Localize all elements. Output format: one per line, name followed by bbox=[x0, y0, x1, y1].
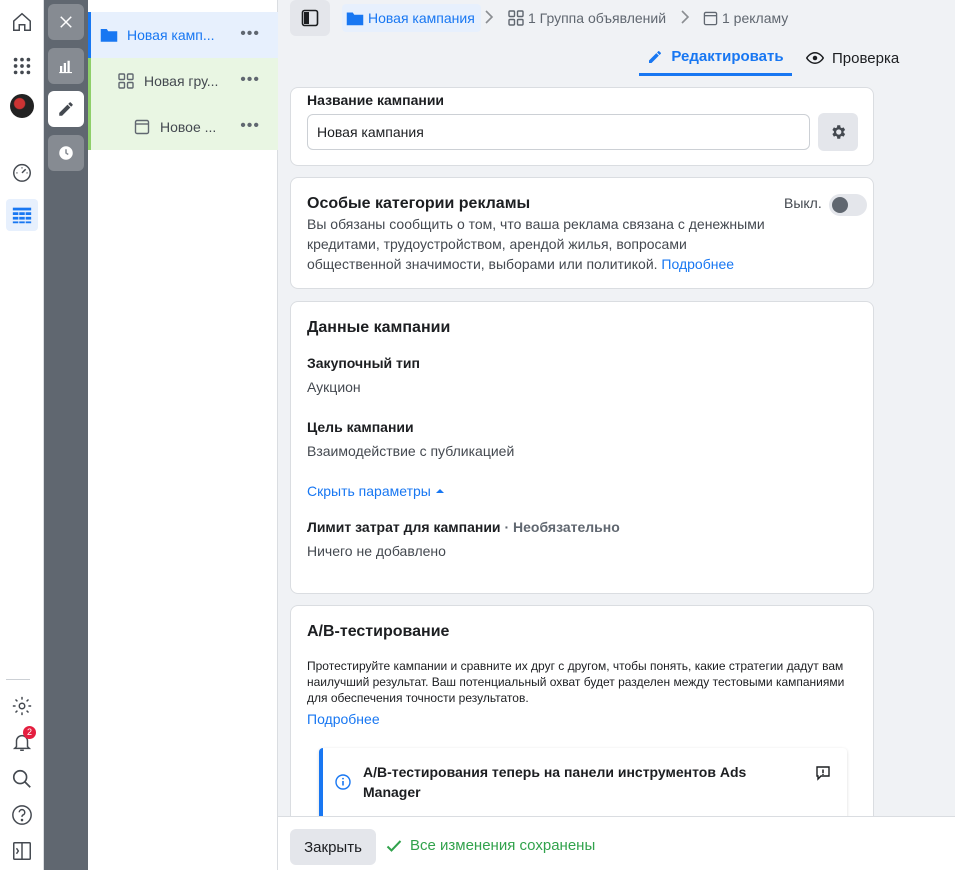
tree-item-label: Новое ... bbox=[160, 119, 217, 135]
help-icon[interactable] bbox=[6, 799, 38, 831]
special-categories-toggle[interactable] bbox=[829, 194, 867, 216]
chart-bars-icon[interactable] bbox=[48, 48, 84, 84]
editor-header: Новая кампания 1 Группа объявлений 1 рек… bbox=[278, 0, 955, 76]
notifications-bell-icon[interactable]: 2 bbox=[6, 726, 38, 758]
apps-grid-icon[interactable] bbox=[6, 50, 38, 82]
ab-learn-more-link[interactable]: Подробнее bbox=[307, 711, 380, 727]
tab-label: Проверка bbox=[832, 49, 900, 67]
folder-icon bbox=[346, 12, 364, 25]
campaign-data-card: Данные кампании Закупочный тип Аукцион Ц… bbox=[290, 301, 874, 594]
ads-manager-table-icon[interactable] bbox=[6, 199, 38, 231]
breadcrumb-label: Новая кампания bbox=[368, 10, 475, 26]
special-categories-description: Вы обязаны сообщить о том, что ваша рекл… bbox=[307, 214, 767, 274]
toggle-panel-button[interactable] bbox=[290, 0, 330, 36]
save-status-text: Все изменения сохранены bbox=[410, 837, 596, 854]
learn-more-link[interactable]: Подробнее bbox=[661, 256, 734, 272]
adset-grid-icon bbox=[508, 10, 524, 26]
campaign-name-input[interactable]: Новая кампания bbox=[307, 114, 810, 150]
profile-avatar[interactable] bbox=[6, 90, 38, 122]
spend-limit-label: Лимит затрат для кампании bbox=[307, 519, 501, 535]
tree-item-label: Новая гру... bbox=[144, 73, 219, 89]
nav-divider bbox=[6, 679, 30, 680]
adset-grid-icon bbox=[117, 72, 135, 90]
objective-label: Цель кампании bbox=[307, 419, 414, 435]
buying-type-label: Закупочный тип bbox=[307, 355, 420, 371]
optional-label: · Необязательно bbox=[504, 519, 620, 535]
hide-options-link[interactable]: Скрыть параметры bbox=[307, 483, 445, 499]
ad-icon bbox=[703, 11, 718, 25]
campaign-name-label: Название кампании bbox=[307, 92, 445, 108]
tree-item-adset[interactable]: Новая гру... ••• bbox=[88, 58, 278, 104]
breadcrumb-adset[interactable]: 1 Группа объявлений bbox=[508, 4, 666, 32]
special-categories-title: Особые категории рекламы bbox=[307, 195, 531, 212]
notifications-badge: 2 bbox=[23, 726, 36, 739]
editor-footer: Закрыть Все изменения сохранены bbox=[278, 816, 955, 870]
tree-item-label: Новая камп... bbox=[127, 27, 215, 43]
folder-icon bbox=[100, 26, 118, 44]
tab-label: Редактировать bbox=[671, 48, 784, 65]
global-nav: 2 bbox=[0, 0, 44, 870]
settings-gear-icon[interactable] bbox=[6, 690, 38, 722]
chevron-right-icon bbox=[681, 10, 690, 24]
spend-limit-heading: Лимит затрат для кампании · Необязательн… bbox=[307, 519, 620, 535]
sidebar-toggle-icon bbox=[301, 9, 319, 27]
eye-icon bbox=[806, 51, 824, 65]
close-button[interactable]: Закрыть bbox=[290, 829, 376, 865]
breadcrumb-ad[interactable]: 1 рекламу bbox=[703, 4, 788, 32]
ab-notice-text: A/B-тестирования теперь на панели инстру… bbox=[363, 764, 747, 800]
ab-testing-card: A/B-тестирование Протестируйте кампании … bbox=[290, 605, 874, 816]
more-options-icon[interactable]: ••• bbox=[240, 26, 260, 42]
history-clock-icon[interactable] bbox=[48, 135, 84, 171]
info-icon bbox=[335, 774, 351, 790]
avatar bbox=[10, 94, 34, 118]
campaign-name-card: Название кампании Новая кампания bbox=[290, 87, 874, 166]
tab-edit[interactable]: Редактировать bbox=[639, 40, 792, 76]
checkmark-icon bbox=[386, 839, 402, 852]
dashboard-gauge-icon[interactable] bbox=[6, 156, 38, 188]
search-icon[interactable] bbox=[6, 763, 38, 795]
chevron-right-icon bbox=[485, 10, 494, 24]
ab-notice-banner: A/B-тестирования теперь на панели инстру… bbox=[319, 748, 847, 816]
tab-review[interactable]: Проверка bbox=[806, 40, 899, 76]
ad-icon bbox=[133, 118, 151, 136]
more-options-icon[interactable]: ••• bbox=[240, 72, 260, 88]
campaign-tree: Новая камп... ••• Новая гру... ••• Новое… bbox=[88, 0, 278, 870]
close-icon[interactable] bbox=[48, 4, 84, 40]
save-status: Все изменения сохранены bbox=[386, 837, 595, 854]
pencil-icon bbox=[649, 50, 662, 63]
toggle-knob bbox=[832, 197, 848, 213]
tool-rail bbox=[44, 0, 88, 870]
expand-panel-icon[interactable] bbox=[6, 835, 38, 867]
ab-testing-title: A/B-тестирование bbox=[307, 623, 450, 640]
name-settings-button[interactable] bbox=[818, 113, 858, 151]
more-options-icon[interactable]: ••• bbox=[240, 118, 260, 134]
gear-icon bbox=[832, 125, 846, 139]
breadcrumb-label: 1 рекламу bbox=[722, 10, 789, 26]
tree-item-ad[interactable]: Новое ... ••• bbox=[88, 104, 278, 150]
tree-item-campaign[interactable]: Новая камп... ••• bbox=[88, 12, 278, 58]
buying-type-value: Аукцион bbox=[307, 379, 361, 395]
spend-limit-value: Ничего не добавлено bbox=[307, 543, 446, 559]
caret-up-icon bbox=[435, 489, 444, 493]
special-categories-card: Особые категории рекламы Выкл. Вы обязан… bbox=[290, 177, 874, 289]
home-icon[interactable] bbox=[6, 6, 38, 38]
breadcrumb-label: 1 Группа объявлений bbox=[528, 10, 667, 26]
hide-options-label: Скрыть параметры bbox=[307, 483, 431, 499]
breadcrumb-campaign[interactable]: Новая кампания bbox=[342, 4, 481, 32]
ab-testing-description: Протестируйте кампании и сравните их дру… bbox=[307, 659, 845, 705]
feedback-icon[interactable] bbox=[815, 765, 831, 781]
edit-pencil-icon[interactable] bbox=[48, 91, 84, 127]
toggle-state-label: Выкл. bbox=[784, 195, 822, 211]
objective-value: Взаимодействие с публикацией bbox=[307, 443, 515, 459]
editor-content: Название кампании Новая кампания Особые … bbox=[278, 76, 955, 816]
campaign-data-title: Данные кампании bbox=[307, 319, 451, 336]
